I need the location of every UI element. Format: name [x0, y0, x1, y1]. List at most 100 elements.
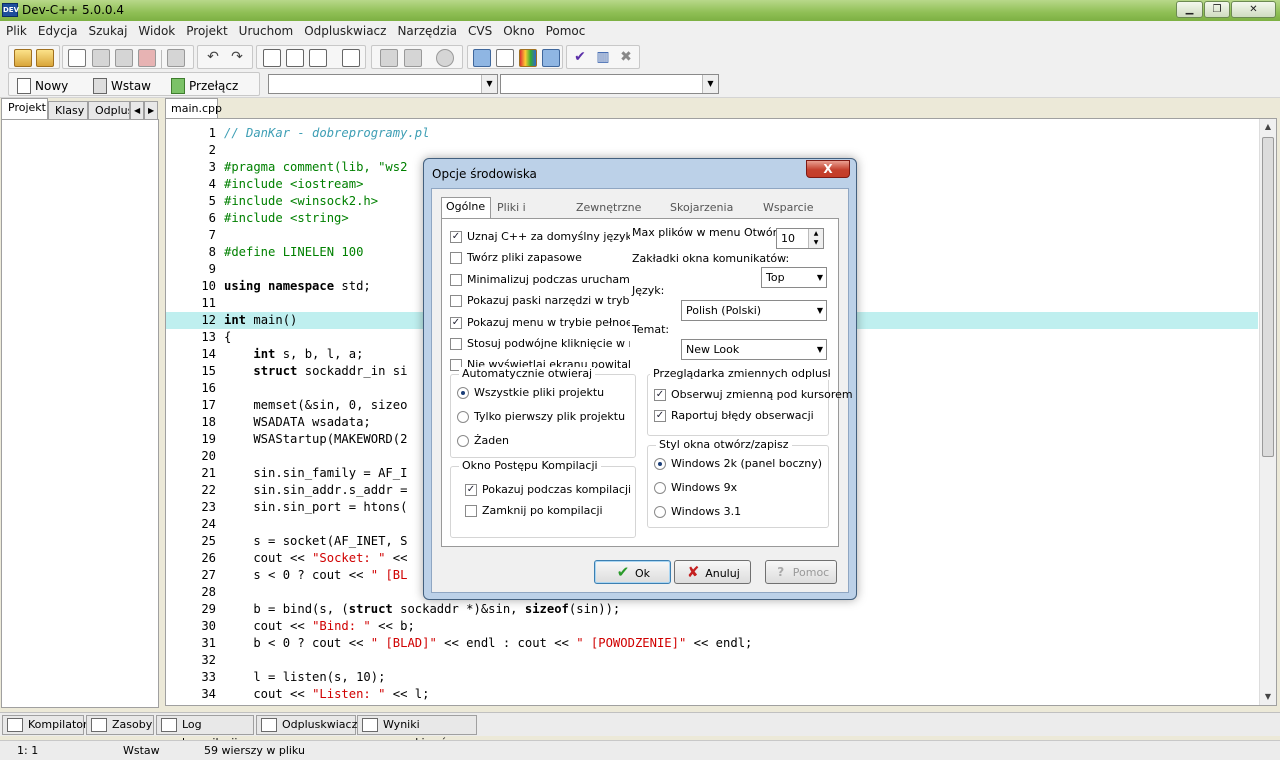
- menu-plik[interactable]: Plik: [0, 21, 32, 38]
- tab-main-cpp[interactable]: main.cpp: [165, 98, 222, 119]
- ok-button[interactable]: ✔ Ok: [594, 560, 671, 584]
- unindent-icon[interactable]: [380, 49, 398, 67]
- project-tree[interactable]: [1, 119, 159, 708]
- tab-log-kompilacji[interactable]: Log kompilacji: [156, 715, 254, 749]
- scroll-up-icon[interactable]: ▲: [1260, 119, 1276, 135]
- code-line[interactable]: 34 cout << "Listen: " << l;: [166, 686, 1258, 703]
- minimize-button[interactable]: ▁: [1176, 1, 1203, 18]
- scroll-down-icon[interactable]: ▼: [1260, 689, 1276, 705]
- insert-button[interactable]: Wstaw: [91, 76, 151, 96]
- close-after-compile-checkbox[interactable]: Zamknij po kompilacji: [465, 503, 603, 519]
- close-file-icon[interactable]: [138, 49, 156, 67]
- option-checkbox[interactable]: Pokazuj paski narzędzi w trybie p: [450, 293, 630, 309]
- search-results-icon: [362, 718, 378, 732]
- tab-projekt[interactable]: Projekt: [1, 98, 48, 120]
- tab-kompilator[interactable]: Kompilator: [2, 715, 88, 735]
- save-icon[interactable]: [92, 49, 110, 67]
- option-checkbox[interactable]: Minimalizuj podczas uruchamiani: [450, 272, 630, 288]
- help-button[interactable]: ? Pomoc: [765, 560, 837, 584]
- menu-okno[interactable]: Okno: [497, 21, 539, 38]
- close-window-button[interactable]: ✕: [1231, 1, 1276, 18]
- tile-icon[interactable]: [542, 49, 560, 67]
- checkbox-icon: ✓: [654, 410, 666, 422]
- msg-tabs-select[interactable]: Top ▼: [761, 267, 827, 288]
- replace-icon[interactable]: [286, 49, 304, 67]
- new-file-icon[interactable]: [68, 49, 86, 67]
- tab-skojarzenia[interactable]: Skojarzenia pli...: [666, 199, 750, 218]
- code-line[interactable]: 1 // DanKar - dobreprogramy.pl: [166, 125, 1258, 142]
- code-line[interactable]: 31 b < 0 ? cout << " [BLAD]" << endl : c…: [166, 635, 1258, 652]
- code-line[interactable]: 32: [166, 652, 1258, 669]
- open-file-icon[interactable]: [36, 49, 54, 67]
- tab-odpluskwiacz-bottom[interactable]: Odpluskwiacz: [256, 715, 357, 735]
- language-select[interactable]: Polish (Polski) ▼: [681, 300, 827, 321]
- member-combo[interactable]: ▼: [500, 74, 719, 94]
- menu-cvs[interactable]: CVS: [462, 21, 497, 38]
- class-combo[interactable]: ▼: [268, 74, 498, 94]
- option-checkbox[interactable]: ✓ Uznaj C++ za domyślny język nowy: [450, 229, 630, 245]
- chart-icon[interactable]: ▥: [594, 49, 612, 67]
- color-icon[interactable]: [519, 49, 537, 67]
- tab-scroll-left-icon[interactable]: ◀: [130, 101, 144, 120]
- tab-wyniki-poszukiwan[interactable]: Wyniki poszukiwań: [357, 715, 477, 749]
- save-all-icon[interactable]: [115, 49, 133, 67]
- check-icon[interactable]: ✔: [571, 49, 589, 67]
- radio-windows-31[interactable]: Windows 3.1: [654, 504, 741, 520]
- redo-icon[interactable]: ↷: [228, 49, 246, 67]
- radio-first-file[interactable]: Tylko pierwszy plik projektu: [457, 409, 625, 425]
- tab-scroll-right-icon[interactable]: ▶: [144, 101, 158, 120]
- menu-narzedzia[interactable]: Narzędzia: [391, 21, 462, 38]
- tab-ogolne[interactable]: Ogólne: [441, 197, 491, 218]
- open-project-icon[interactable]: [14, 49, 32, 67]
- scroll-thumb[interactable]: [1262, 137, 1274, 457]
- layout-icon[interactable]: [473, 49, 491, 67]
- radio-none[interactable]: Żaden: [457, 433, 509, 449]
- option-checkbox[interactable]: Stosuj podwójne kliknięcie w menu: [450, 336, 630, 352]
- code-line[interactable]: 2: [166, 142, 1258, 159]
- radio-all-files[interactable]: Wszystkie pliki projektu: [457, 385, 604, 401]
- print-icon[interactable]: [167, 49, 185, 67]
- max-files-spinner[interactable]: 10 ▲ ▼: [776, 228, 824, 249]
- option-checkbox[interactable]: ✓ Pokazuj menu w trybie pełnoekr: [450, 315, 630, 331]
- tab-pliki-i-katalogi[interactable]: Pliki i katalogi: [493, 199, 569, 232]
- tab-klasy[interactable]: Klasy: [48, 101, 88, 120]
- menu-odpluskwiacz[interactable]: Odpluskwiacz: [298, 21, 391, 38]
- menu-edycja[interactable]: Edycja: [32, 21, 83, 38]
- stop-icon[interactable]: ✖: [617, 49, 635, 67]
- editor-scrollbar[interactable]: ▲ ▼: [1259, 119, 1276, 705]
- tab-zasoby[interactable]: Zasoby: [86, 715, 154, 735]
- cancel-button[interactable]: ✘ Anuluj: [674, 560, 751, 584]
- menu-uruchom[interactable]: Uruchom: [233, 21, 299, 38]
- toggle-button[interactable]: Przełącz: [169, 76, 238, 96]
- option-checkbox[interactable]: Twórz pliki zapasowe: [450, 250, 630, 266]
- tab-wsparcie-cvs[interactable]: Wsparcie CVS: [759, 199, 835, 218]
- tab-odpluskwiacz[interactable]: Odplus: [88, 101, 130, 120]
- theme-select[interactable]: New Look ▼: [681, 339, 827, 360]
- menu-szukaj[interactable]: Szukaj: [82, 21, 132, 38]
- find-icon[interactable]: [263, 49, 281, 67]
- menu-pomoc[interactable]: Pomoc: [540, 21, 591, 38]
- checkbox-label: Pokazuj paski narzędzi w trybie p: [467, 294, 630, 308]
- spinner-arrows-icon[interactable]: ▲ ▼: [808, 229, 823, 248]
- menu-projekt[interactable]: Projekt: [180, 21, 232, 38]
- menu-widok[interactable]: Widok: [132, 21, 180, 38]
- undo-icon[interactable]: ↶: [204, 49, 222, 67]
- watch-under-cursor-checkbox[interactable]: ✓ Obserwuj zmienną pod kursorem: [654, 387, 853, 403]
- maximize-button[interactable]: ❐: [1204, 1, 1230, 18]
- dialog-close-button[interactable]: X: [806, 160, 850, 178]
- show-during-compile-checkbox[interactable]: ✓ Pokazuj podczas kompilacji: [465, 482, 631, 498]
- code-line[interactable]: 30 cout << "Bind: " << b;: [166, 618, 1258, 635]
- code-line[interactable]: 33 l = listen(s, 10);: [166, 669, 1258, 686]
- radio-windows-9x[interactable]: Windows 9x: [654, 480, 737, 496]
- goto-line-icon[interactable]: [342, 49, 360, 67]
- find-next-icon[interactable]: [309, 49, 327, 67]
- indent-icon[interactable]: [404, 49, 422, 67]
- window-icon[interactable]: [496, 49, 514, 67]
- chevron-down-icon: ▼: [816, 273, 823, 282]
- report-watch-errors-checkbox[interactable]: ✓ Raportuj błędy obserwacji: [654, 408, 814, 424]
- comment-icon[interactable]: [436, 49, 454, 67]
- radio-windows-2k[interactable]: Windows 2k (panel boczny): [654, 456, 822, 472]
- new-class-button[interactable]: Nowy: [15, 76, 68, 96]
- code-line[interactable]: 29 b = bind(s, (struct sockaddr *)&sin, …: [166, 601, 1258, 618]
- tab-zewnetrzne[interactable]: Zewnętrzne pr...: [572, 199, 660, 218]
